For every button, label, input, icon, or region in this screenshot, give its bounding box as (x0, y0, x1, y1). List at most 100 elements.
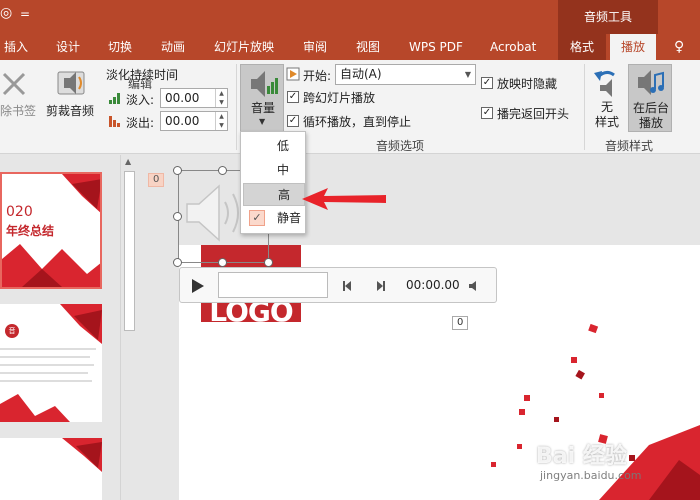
hide-during-show-checkbox[interactable]: ✓ (481, 77, 493, 89)
volume-option-mute[interactable]: ✓ 静音 (243, 207, 305, 230)
tab-playback[interactable]: 播放 (610, 34, 656, 60)
loop-checkbox[interactable]: ✓ (287, 115, 299, 127)
thumbnail-scrollbar[interactable]: ▲ (120, 155, 138, 500)
thumb2-badge: 音 (5, 324, 19, 338)
tab-slideshow[interactable]: 幻灯片放映 (214, 34, 274, 60)
volume-option-medium-label: 中 (277, 163, 290, 177)
volume-label: 音量 (250, 101, 275, 115)
start-label: 开始: (303, 69, 332, 83)
group-separator (236, 64, 237, 150)
volume-option-low[interactable]: 低 (243, 135, 305, 158)
tab-animations[interactable]: 动画 (161, 34, 185, 60)
tab-design[interactable]: 设计 (56, 34, 80, 60)
quick-access-dropdown[interactable]: = (20, 7, 30, 21)
bg-play-label-1: 在后台 (632, 101, 669, 115)
fade-in-spinner[interactable]: ▲ ▼ (215, 89, 227, 107)
audio-tools-context-label: 音频工具 (558, 0, 658, 34)
remove-bookmark-label: 除书签 (0, 104, 37, 118)
resize-handle-s[interactable] (218, 258, 227, 267)
cross-slides-label: 跨幻灯片播放 (303, 91, 376, 105)
reset-style-icon (594, 70, 615, 97)
fade-out-input[interactable]: 00.00 ▲ ▼ (160, 111, 228, 131)
skip-back-icon[interactable] (342, 280, 354, 292)
playback-time: 00:00.00 (406, 278, 460, 292)
fade-out-spinner[interactable]: ▲ ▼ (215, 112, 227, 130)
resize-handle-w[interactable] (173, 212, 182, 221)
scroll-thumb[interactable] (124, 171, 135, 331)
volume-option-high-label: 高 (278, 188, 291, 202)
thumb1-title: 年终总结 (6, 224, 55, 238)
resize-handle-nw[interactable] (173, 166, 182, 175)
tab-wps-pdf[interactable]: WPS PDF (409, 34, 463, 60)
background-play-icon (638, 70, 664, 95)
trim-audio-label: 剪裁音频 (46, 104, 95, 118)
chevron-down-icon: ▼ (464, 70, 471, 79)
watermark-url: jingyan.baidu.com (540, 469, 642, 482)
volume-option-low-label: 低 (277, 139, 290, 153)
check-icon: ✓ (249, 210, 265, 226)
start-combo[interactable]: 自动(A) ▼ (335, 64, 476, 85)
ribbon-tabs: 插入 设计 切换 动画 幻灯片放映 审阅 视图 WPS PDF Acrobat … (0, 34, 700, 60)
volume-icon (251, 71, 278, 97)
media-badge: 0 (452, 316, 469, 330)
scroll-up-icon[interactable]: ▲ (125, 157, 131, 166)
volume-button[interactable]: 音量 ▼ (240, 64, 284, 132)
fade-in-icon (109, 93, 120, 104)
playback-progress-track[interactable] (218, 272, 328, 298)
volume-option-high[interactable]: 高 (243, 183, 305, 206)
play-icon[interactable] (190, 278, 206, 294)
slide-thumbnail-1[interactable]: 020 年终总结 (0, 172, 102, 289)
cross-slides-checkbox[interactable]: ✓ (287, 91, 299, 103)
skip-forward-icon[interactable] (374, 280, 386, 292)
loop-label: 循环播放，直到停止 (303, 115, 412, 129)
fade-in-value: 00.00 (165, 91, 200, 105)
volume-option-medium[interactable]: 中 (243, 159, 305, 182)
baidu-watermark: Bai 经验 jingyan.baidu.com (536, 436, 686, 492)
bg-play-label-2: 播放 (638, 116, 663, 130)
start-combo-value: 自动(A) (340, 67, 382, 81)
trim-audio-button[interactable]: 剪裁音频 (44, 64, 98, 122)
volume-dropdown-menu: 低 中 高 ✓ 静音 (240, 131, 306, 234)
bookmark-remove-icon (2, 72, 26, 96)
watermark-main: Bai 经验 (536, 444, 627, 469)
resize-handle-se[interactable] (264, 258, 273, 267)
play-in-background-button[interactable]: 在后台 播放 (628, 64, 672, 132)
remove-bookmark-button[interactable]: 除书签 (0, 64, 36, 122)
volume-option-mute-label: 静音 (277, 211, 302, 225)
trim-audio-icon (57, 71, 85, 95)
fade-out-label: 淡出: (126, 116, 155, 130)
thumb2-graphic (0, 304, 102, 422)
no-style-button[interactable]: 无 样式 (588, 64, 626, 132)
fade-in-label: 淡入: (126, 93, 155, 107)
thumb1-year: 020 (6, 204, 33, 220)
thumb3-graphic (62, 438, 102, 472)
slide-thumbnail-2[interactable]: 音 (0, 304, 102, 422)
rewind-checkbox[interactable]: ✓ (481, 107, 493, 119)
fade-out-icon (109, 116, 120, 127)
resize-handle-sw[interactable] (173, 258, 182, 267)
tab-format[interactable]: 格式 (558, 34, 606, 60)
hide-during-show-label: 放映时隐藏 (497, 77, 558, 91)
annotation-arrow (302, 188, 386, 210)
tab-view[interactable]: 视图 (356, 34, 380, 60)
resize-handle-n[interactable] (218, 166, 227, 175)
tab-acrobat[interactable]: Acrobat (490, 34, 536, 60)
rewind-label: 播完返回开头 (497, 107, 570, 121)
audio-style-group-label: 音频样式 (604, 139, 653, 153)
help-icon[interactable]: ♀ (674, 34, 684, 60)
group-separator (584, 64, 585, 150)
tab-review[interactable]: 审阅 (303, 34, 327, 60)
fade-out-value: 00.00 (165, 114, 200, 128)
audio-options-group-label: 音频选项 (375, 139, 424, 153)
tab-transitions[interactable]: 切换 (108, 34, 132, 60)
tab-insert[interactable]: 插入 (4, 34, 28, 60)
audio-animation-badge: 0 (148, 173, 165, 187)
slide-thumbnail-3[interactable] (0, 438, 102, 500)
volume-dropdown-icon: ▼ (259, 117, 266, 126)
audio-player-bar: 00:00.00 (179, 267, 497, 303)
start-play-icon (286, 67, 300, 81)
player-volume-icon[interactable] (468, 280, 480, 292)
fade-in-input[interactable]: 00.00 ▲ ▼ (160, 88, 228, 108)
no-style-label-2: 样式 (594, 115, 619, 129)
title-bar: ◎ = 音频工具 (0, 0, 700, 34)
